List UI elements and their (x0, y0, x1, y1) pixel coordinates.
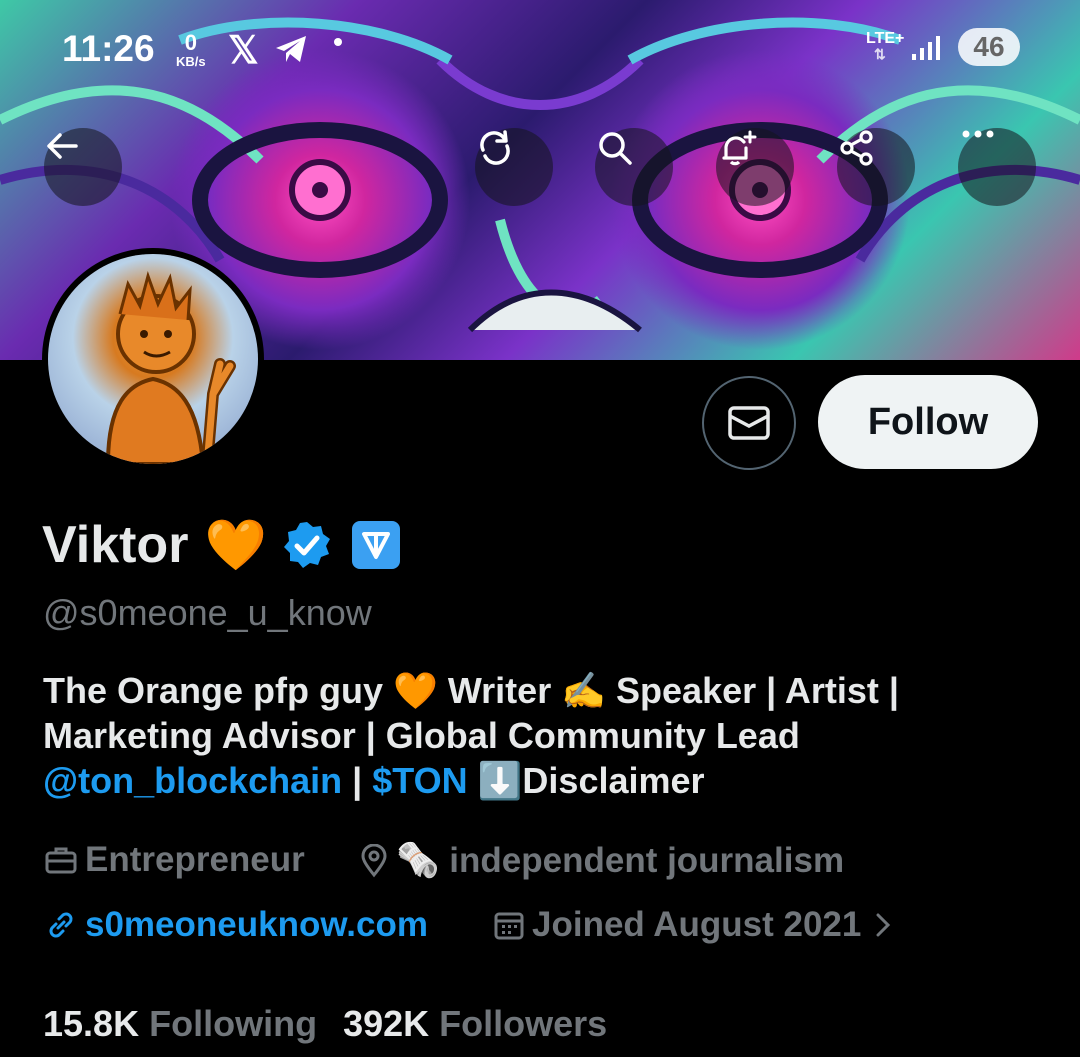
profession-item: Entrepreneur (45, 840, 305, 880)
verified-badge-icon[interactable] (281, 519, 333, 571)
data-arrows-icon: ⇅ (874, 46, 886, 62)
following-label: Following (149, 1003, 318, 1044)
message-button[interactable] (702, 376, 796, 470)
name-row: Viktor 🧡 (42, 515, 401, 575)
followers-stat[interactable]: 392K Followers (343, 1003, 607, 1044)
bio-line-3: @ton_blockchain | $TON ⬇️Disclaimer (43, 758, 1043, 803)
following-stat[interactable]: 15.8K Following (43, 1003, 327, 1044)
profile-name: Viktor (42, 516, 189, 574)
bio-separator: | (342, 760, 373, 801)
profile-avatar[interactable] (42, 248, 264, 470)
bio-line-1: The Orange pfp guy 🧡 Writer ✍️ Speaker |… (43, 670, 899, 711)
bio-cashtag-link[interactable]: $TON (372, 760, 467, 801)
net-speed: 0 KB/s (176, 32, 206, 70)
more-icon (962, 130, 994, 138)
followers-count: 392K (343, 1003, 430, 1044)
refresh-icon (480, 130, 510, 165)
net-speed-value: 0 (184, 30, 197, 55)
link-icon (49, 912, 73, 938)
location-item: 🗞️ independent journalism (360, 840, 844, 881)
profile-handle: @s0meone_u_know (43, 592, 372, 633)
briefcase-icon (45, 847, 77, 874)
net-speed-unit: KB/s (176, 54, 206, 69)
profile-bio: The Orange pfp guy 🧡 Writer ✍️ Speaker |… (43, 668, 1043, 803)
location-pin-icon (361, 843, 387, 877)
back-arrow-icon (47, 133, 78, 159)
location-text: 🗞️ independent journalism (396, 841, 845, 880)
joined-item[interactable]: Joined August 2021 (494, 905, 893, 945)
bio-mention-link[interactable]: @ton_blockchain (43, 760, 342, 801)
chevron-right-icon (876, 913, 891, 937)
telegram-icon (276, 36, 306, 62)
battery-indicator: 46 (958, 28, 1020, 66)
website-item[interactable]: s0meoneuknow.com (45, 905, 428, 945)
bio-tail: ⬇️Disclaimer (467, 760, 705, 801)
ton-badge-icon[interactable] (351, 520, 401, 570)
signal-icon (912, 36, 940, 60)
bio-line-2: Marketing Advisor | Global Community Lea… (43, 715, 800, 756)
notification-dot-icon (334, 38, 342, 46)
status-bar: 11:26 0 KB/s 𝕏 LTE+ ⇅ 46 (0, 26, 1080, 74)
status-time: 11:26 (62, 28, 155, 69)
refresh-button[interactable] (475, 128, 553, 206)
followers-label: Followers (439, 1003, 608, 1044)
avatar-image (48, 254, 258, 464)
profession-text: Entrepreneur (85, 840, 305, 879)
follow-stats: 15.8K Following 392K Followers (43, 1003, 607, 1045)
notifications-button[interactable] (716, 128, 794, 206)
search-button[interactable] (595, 128, 673, 206)
mail-icon (728, 406, 770, 440)
share-button[interactable] (837, 128, 915, 206)
joined-text: Joined August 2021 (532, 905, 862, 944)
orange-heart-icon: 🧡 (204, 516, 267, 573)
x-app-icon: 𝕏 (228, 30, 259, 72)
website-link[interactable]: s0meoneuknow.com (85, 905, 428, 945)
follow-button[interactable]: Follow (818, 375, 1038, 469)
back-button[interactable] (44, 128, 122, 206)
more-options-button[interactable] (958, 128, 1036, 206)
bell-plus-icon (722, 130, 757, 166)
share-icon (840, 130, 873, 166)
search-icon (599, 132, 632, 165)
calendar-icon (494, 912, 524, 940)
following-count: 15.8K (43, 1003, 140, 1044)
